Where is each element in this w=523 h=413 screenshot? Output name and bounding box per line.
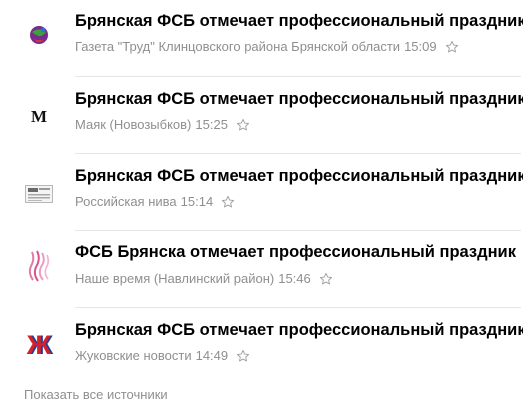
news-meta: Российская нива 15:14 bbox=[75, 194, 235, 209]
news-meta: Газета "Труд" Клинцовского района Брянск… bbox=[75, 39, 459, 54]
star-icon[interactable] bbox=[445, 40, 459, 54]
star-icon[interactable] bbox=[319, 272, 333, 286]
news-time: 14:49 bbox=[195, 348, 229, 363]
star-icon[interactable] bbox=[236, 349, 250, 363]
news-source-list: Брянская ФСБ отмечает профессиональный п… bbox=[0, 0, 523, 385]
news-source[interactable]: Газета "Труд" Клинцовского района Брянск… bbox=[75, 39, 400, 54]
news-meta: Жуковские новости 14:49 bbox=[75, 348, 250, 363]
star-icon[interactable] bbox=[221, 195, 235, 209]
list-item: Ж Брянская ФСБ отмечает профессиональный… bbox=[0, 308, 523, 385]
news-title[interactable]: ФСБ Брянска отмечает профессиональный пр… bbox=[75, 243, 516, 262]
news-meta: Маяк (Новозыбков) 15:25 bbox=[75, 117, 250, 132]
list-item: Брянская ФСБ отмечает профессиональный п… bbox=[0, 154, 523, 231]
news-source[interactable]: Наше время (Навлинский район) bbox=[75, 271, 274, 286]
news-title[interactable]: Брянская ФСБ отмечает профессиональный п… bbox=[75, 321, 523, 340]
logo-letter: Ж bbox=[26, 330, 52, 360]
letter-m-logo-icon: М bbox=[24, 102, 54, 132]
star-icon[interactable] bbox=[236, 118, 250, 132]
news-title[interactable]: Брянская ФСБ отмечает профессиональный п… bbox=[75, 12, 523, 31]
news-meta: Наше время (Навлинский район) 15:46 bbox=[75, 271, 333, 286]
logo-letter: М bbox=[30, 107, 48, 126]
news-time: 15:46 bbox=[278, 271, 311, 286]
news-source[interactable]: Жуковские новости bbox=[75, 348, 192, 363]
news-source[interactable]: Маяк (Новозыбков) bbox=[75, 117, 191, 132]
show-all-sources-link[interactable]: Показать все источники bbox=[24, 387, 168, 402]
news-time: 15:09 bbox=[404, 39, 437, 54]
newspaper-logo-icon bbox=[24, 179, 54, 209]
news-time: 15:25 bbox=[195, 117, 228, 132]
news-source[interactable]: Российская нива bbox=[75, 194, 177, 209]
list-item: Брянская ФСБ отмечает профессиональный п… bbox=[0, 0, 523, 77]
news-title[interactable]: Брянская ФСБ отмечает профессиональный п… bbox=[75, 90, 523, 109]
globe-logo-icon bbox=[24, 20, 54, 50]
list-item: ФСБ Брянска отмечает профессиональный пр… bbox=[0, 231, 523, 308]
news-title[interactable]: Брянская ФСБ отмечает профессиональный п… bbox=[75, 167, 523, 186]
news-time: 15:14 bbox=[180, 194, 214, 209]
letter-zh-logo-icon: Ж bbox=[24, 330, 54, 360]
pink-waves-logo-icon bbox=[24, 250, 54, 282]
list-item: М Брянская ФСБ отмечает профессиональный… bbox=[0, 77, 523, 154]
